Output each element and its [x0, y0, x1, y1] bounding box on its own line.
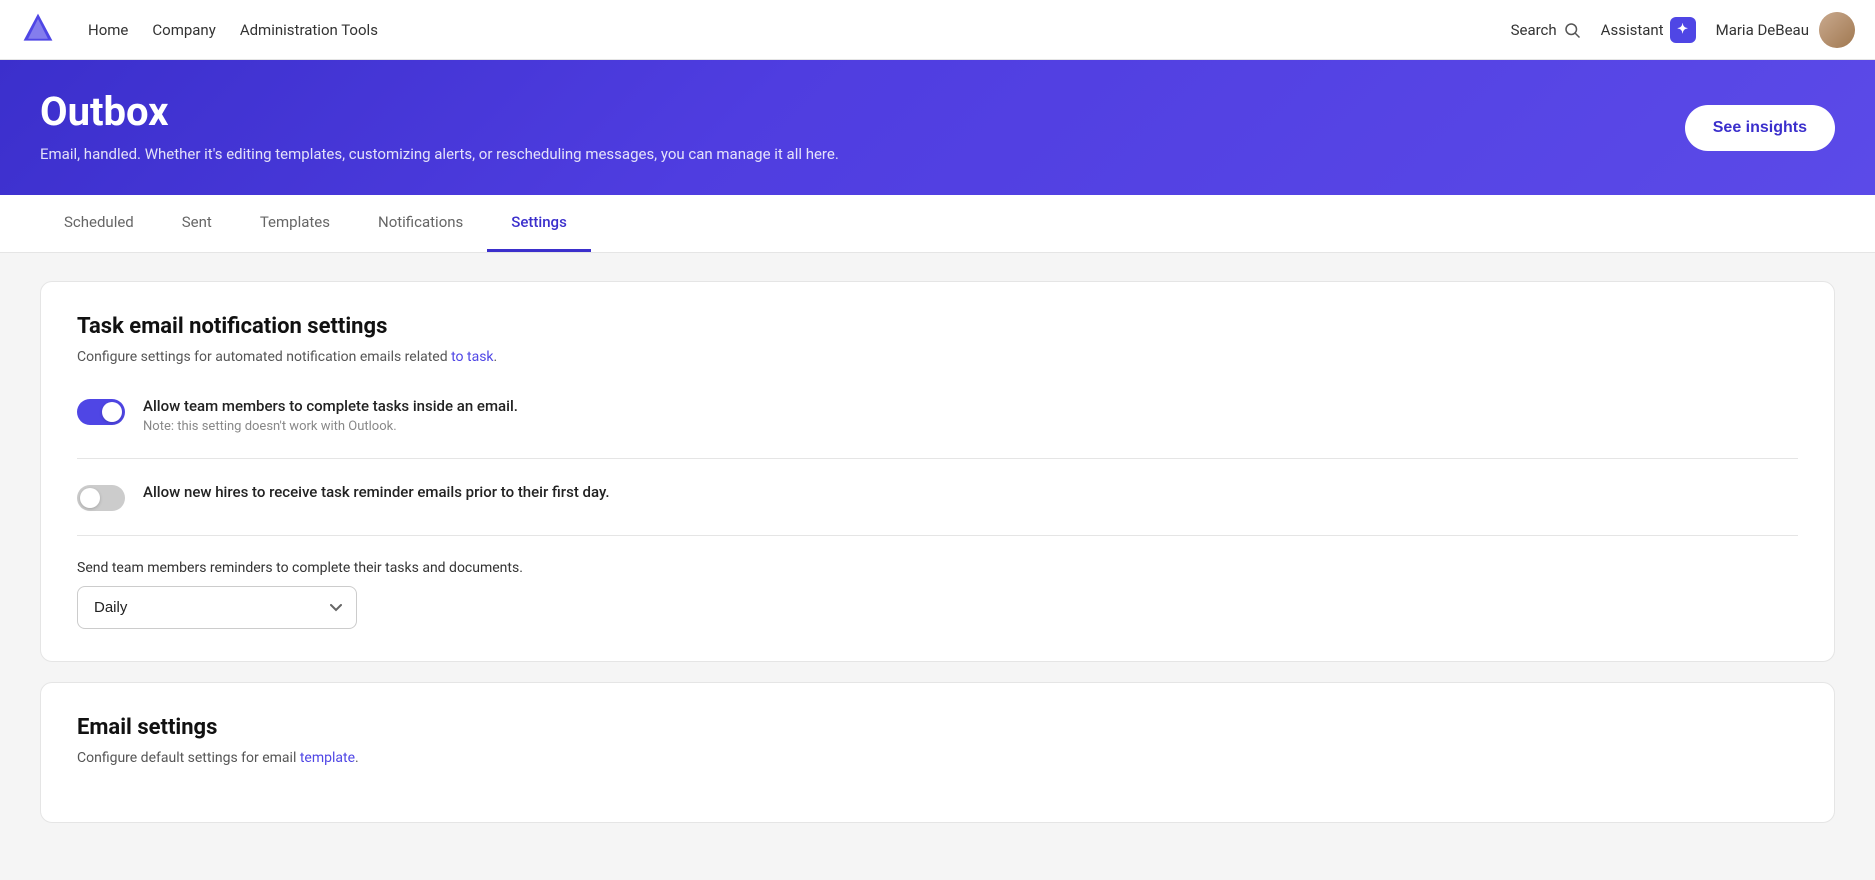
- toggle-row-2: Allow new hires to receive task reminder…: [77, 475, 1798, 519]
- reminder-frequency-select[interactable]: Daily Weekly Never: [77, 586, 357, 629]
- task-card-title: Task email notification settings: [77, 314, 1798, 339]
- task-subtitle-start: Configure settings for automated notific…: [77, 349, 451, 365]
- hero-subtitle: Email, handled. Whether it's editing tem…: [40, 145, 1835, 163]
- assistant-button[interactable]: Assistant ✦: [1601, 17, 1696, 43]
- user-name: Maria DeBeau: [1716, 21, 1809, 39]
- task-card-subtitle: Configure settings for automated notific…: [77, 349, 1798, 365]
- nav-company[interactable]: Company: [152, 21, 215, 39]
- avatar: [1819, 12, 1855, 48]
- email-card-subtitle: Configure default settings for email tem…: [77, 750, 1798, 766]
- tab-settings[interactable]: Settings: [487, 195, 591, 252]
- logo[interactable]: [20, 10, 56, 50]
- toggle-new-hires[interactable]: [77, 485, 125, 511]
- toggle-1-label: Allow team members to complete tasks ins…: [143, 397, 518, 415]
- page-title: Outbox: [40, 88, 1835, 135]
- email-subtitle-end: .: [355, 750, 359, 766]
- toggle-1-info: Allow team members to complete tasks ins…: [143, 397, 518, 434]
- toggle-complete-tasks[interactable]: [77, 399, 125, 425]
- user-menu[interactable]: Maria DeBeau: [1716, 12, 1855, 48]
- task-subtitle-end: .: [494, 349, 498, 365]
- dropdown-section-label: Send team members reminders to complete …: [77, 560, 1798, 576]
- nav-links: Home Company Administration Tools: [88, 21, 1479, 39]
- top-navigation: Home Company Administration Tools Search…: [0, 0, 1875, 60]
- task-notification-card: Task email notification settings Configu…: [40, 281, 1835, 662]
- email-card-title: Email settings: [77, 715, 1798, 740]
- nav-right-area: Search Assistant ✦ Maria DeBeau: [1511, 12, 1855, 48]
- divider-2: [77, 535, 1798, 536]
- reminder-frequency-section: Send team members reminders to complete …: [77, 560, 1798, 629]
- hero-banner: Outbox Email, handled. Whether it's edit…: [0, 60, 1875, 195]
- toggle-track-1[interactable]: [77, 399, 125, 425]
- nav-admin-tools[interactable]: Administration Tools: [240, 21, 378, 39]
- divider-1: [77, 458, 1798, 459]
- search-button[interactable]: Search: [1511, 21, 1581, 39]
- tab-templates[interactable]: Templates: [236, 195, 354, 252]
- main-content: Task email notification settings Configu…: [0, 253, 1875, 851]
- email-settings-card: Email settings Configure default setting…: [40, 682, 1835, 823]
- email-subtitle-link[interactable]: template: [300, 750, 355, 766]
- toggle-2-label: Allow new hires to receive task reminder…: [143, 483, 610, 501]
- search-icon: [1563, 21, 1581, 39]
- assistant-icon: ✦: [1670, 17, 1696, 43]
- tab-scheduled[interactable]: Scheduled: [40, 195, 158, 252]
- email-subtitle-start: Configure default settings for email: [77, 750, 300, 766]
- task-subtitle-link[interactable]: to task: [451, 349, 493, 365]
- nav-home[interactable]: Home: [88, 21, 128, 39]
- tab-notifications[interactable]: Notifications: [354, 195, 487, 252]
- tabs-bar: Scheduled Sent Templates Notifications S…: [0, 195, 1875, 253]
- toggle-2-info: Allow new hires to receive task reminder…: [143, 483, 610, 501]
- assistant-label: Assistant: [1601, 21, 1664, 39]
- see-insights-button[interactable]: See insights: [1685, 105, 1835, 151]
- toggle-1-note: Note: this setting doesn't work with Out…: [143, 419, 518, 434]
- toggle-track-2[interactable]: [77, 485, 125, 511]
- search-label: Search: [1511, 21, 1557, 39]
- toggle-row-1: Allow team members to complete tasks ins…: [77, 389, 1798, 442]
- tab-sent[interactable]: Sent: [158, 195, 236, 252]
